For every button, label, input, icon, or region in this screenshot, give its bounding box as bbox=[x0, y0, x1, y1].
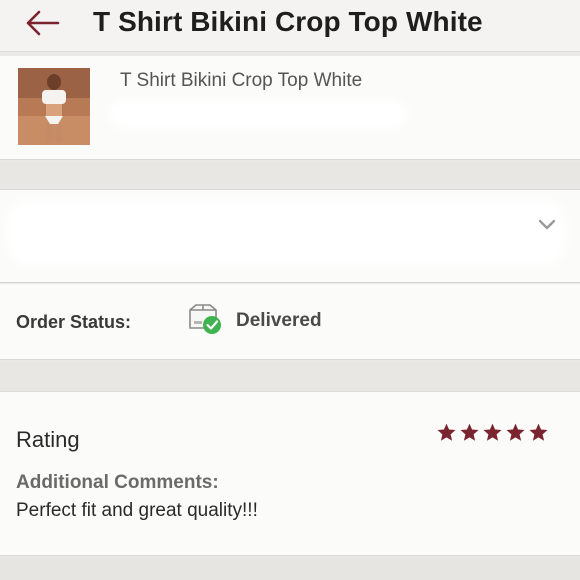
order-status-card: Order Status: Delivered bbox=[0, 284, 580, 360]
rating-label: Rating bbox=[16, 427, 80, 452]
chevron-down-icon[interactable] bbox=[536, 216, 558, 232]
product-card[interactable]: T Shirt Bikini Crop Top White bbox=[0, 56, 580, 160]
star-icon bbox=[483, 423, 502, 441]
order-status-label: Order Status: bbox=[16, 312, 132, 332]
product-thumbnail bbox=[18, 68, 90, 145]
star-icon bbox=[506, 423, 525, 441]
redacted-details bbox=[108, 100, 408, 128]
rating-card: Rating Additional Comments: Perfect fit … bbox=[0, 391, 580, 556]
package-check-icon bbox=[189, 304, 221, 334]
star-icon bbox=[437, 423, 456, 441]
page-title: T Shirt Bikini Crop Top White bbox=[93, 6, 483, 37]
arrow-left-icon bbox=[26, 10, 60, 36]
section-divider bbox=[0, 161, 580, 189]
header-bar: T Shirt Bikini Crop Top White bbox=[0, 0, 580, 52]
section-divider bbox=[0, 361, 580, 391]
star-rating bbox=[436, 422, 549, 444]
order-status-value: Delivered bbox=[236, 310, 322, 331]
redacted-block bbox=[6, 200, 566, 266]
star-icon bbox=[460, 423, 479, 441]
order-details-card[interactable] bbox=[0, 189, 580, 283]
comments-label: Additional Comments: bbox=[16, 472, 219, 493]
section-divider bbox=[0, 557, 580, 580]
product-name: T Shirt Bikini Crop Top White bbox=[120, 70, 363, 91]
star-icon bbox=[529, 423, 548, 441]
back-button[interactable] bbox=[22, 6, 62, 40]
comments-text: Perfect fit and great quality!!! bbox=[16, 500, 258, 521]
